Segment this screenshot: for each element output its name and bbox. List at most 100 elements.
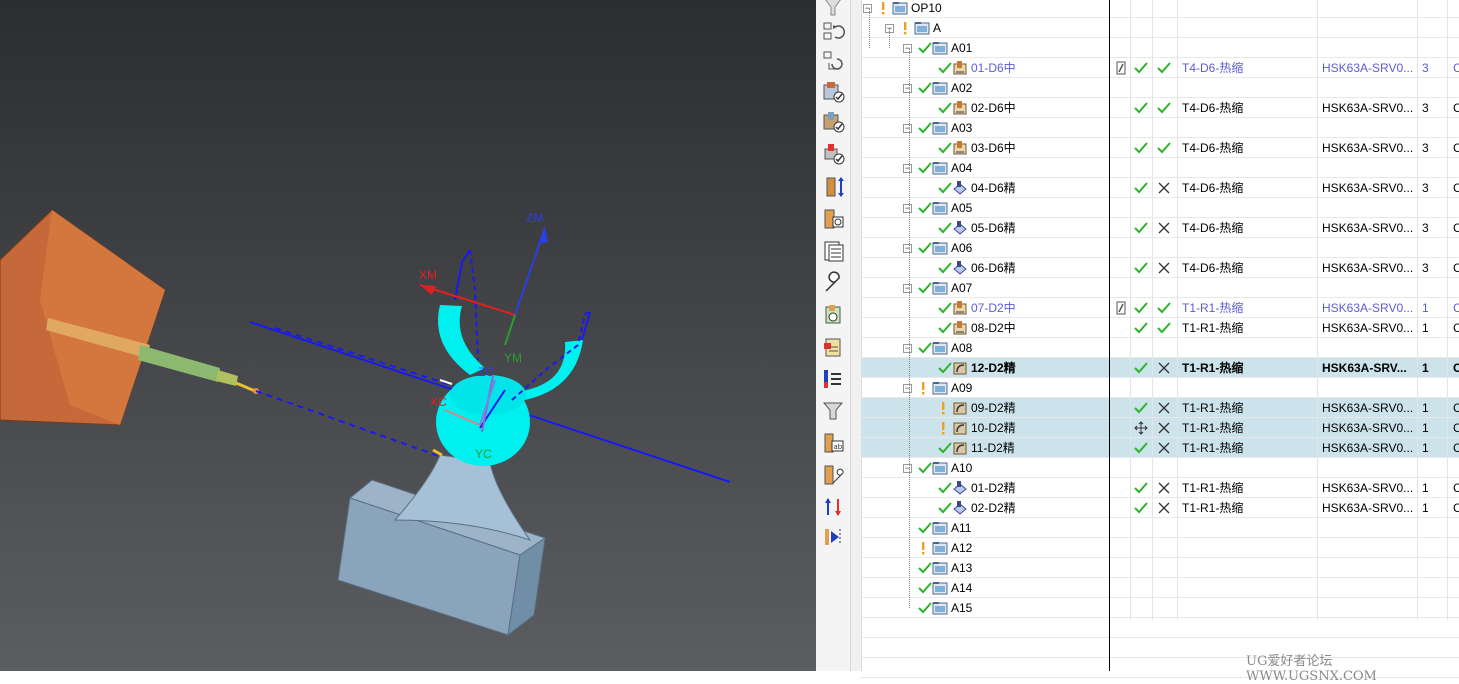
column-divider[interactable] bbox=[1447, 0, 1448, 620]
xc-label: XC bbox=[430, 395, 447, 409]
tool-number-cell: 1 bbox=[1422, 421, 1429, 435]
operation-row[interactable]: 01-D2精 T1-R1-热缩 HSK63A-SRV0... 1 C bbox=[861, 478, 1459, 498]
operation-row[interactable]: 08-D2中 T1-R1-热缩 HSK63A-SRV0... 1 C bbox=[861, 318, 1459, 338]
tool-holder-icon[interactable] bbox=[820, 206, 846, 232]
feed-icon[interactable] bbox=[820, 524, 846, 550]
edit-pencil-icon bbox=[1116, 301, 1126, 315]
collapse-toggle[interactable]: − bbox=[903, 284, 912, 293]
program-folder-icon bbox=[932, 281, 948, 295]
program-group-row[interactable]: − A bbox=[861, 18, 1459, 38]
operation-row[interactable]: 05-D6精 T4-D6-热缩 HSK63A-SRV0... 3 C bbox=[861, 218, 1459, 238]
op-finish-icon bbox=[952, 501, 968, 515]
operation-icon[interactable] bbox=[820, 302, 846, 328]
holder-cell: HSK63A-SRV0... bbox=[1322, 481, 1414, 495]
ok-status-icon bbox=[917, 521, 933, 535]
collapse-toggle[interactable]: − bbox=[903, 44, 912, 53]
extra-cell: C bbox=[1453, 261, 1459, 275]
graphics-viewport[interactable]: ZM XM YM ZC XC YC bbox=[0, 0, 816, 671]
program-group-row[interactable]: − A04 bbox=[861, 158, 1459, 178]
program-group-row[interactable]: − A07 bbox=[861, 278, 1459, 298]
clipboard-icon[interactable] bbox=[820, 334, 846, 360]
program-group-row[interactable]: A13 bbox=[861, 558, 1459, 578]
program-group-row[interactable]: − A03 bbox=[861, 118, 1459, 138]
check-tool-icon[interactable] bbox=[820, 140, 846, 166]
collapse-toggle[interactable]: − bbox=[903, 244, 912, 253]
tool-neck bbox=[216, 370, 238, 386]
program-group-row[interactable]: − A09 bbox=[861, 378, 1459, 398]
tool-settings-icon[interactable] bbox=[820, 462, 846, 488]
collapse-toggle[interactable]: − bbox=[903, 204, 912, 213]
collapse-toggle[interactable]: − bbox=[903, 124, 912, 133]
tool-list-icon[interactable]: ab bbox=[820, 430, 846, 456]
program-group-row[interactable]: − A06 bbox=[861, 238, 1459, 258]
program-folder-icon bbox=[932, 81, 948, 95]
tool-cell: T1-R1-热缩 bbox=[1182, 441, 1244, 455]
program-group-row[interactable]: A15 bbox=[861, 598, 1459, 618]
extra-cell: C bbox=[1453, 361, 1459, 375]
column-divider[interactable] bbox=[1417, 0, 1418, 620]
check-machine-icon[interactable] bbox=[820, 108, 846, 134]
row-name: 03-D6中 bbox=[971, 141, 1016, 155]
program-group-row[interactable]: A11 bbox=[861, 518, 1459, 538]
extra-cell: C bbox=[1453, 61, 1459, 75]
program-group-row[interactable]: − A02 bbox=[861, 78, 1459, 98]
row-name: A11 bbox=[951, 521, 972, 535]
program-group-row[interactable]: − A10 bbox=[861, 458, 1459, 478]
collapse-toggle[interactable]: − bbox=[903, 164, 912, 173]
collapse-toggle[interactable]: − bbox=[903, 84, 912, 93]
move-icon bbox=[1134, 421, 1150, 435]
column-divider[interactable] bbox=[1317, 0, 1318, 620]
tool-cell: T4-D6-热缩 bbox=[1182, 221, 1244, 235]
operation-row[interactable]: 04-D6精 T4-D6-热缩 HSK63A-SRV0... 3 C bbox=[861, 178, 1459, 198]
collapse-toggle[interactable]: − bbox=[863, 4, 872, 13]
column-divider[interactable] bbox=[1130, 0, 1131, 620]
model-scene: ZM XM YM ZC XC YC bbox=[0, 209, 731, 637]
tool-number-cell: 1 bbox=[1422, 501, 1429, 515]
column-divider[interactable] bbox=[1109, 0, 1110, 671]
collapse-toggle[interactable]: − bbox=[903, 384, 912, 393]
collapse-toggle[interactable]: − bbox=[903, 344, 912, 353]
extra-cell: C bbox=[1453, 141, 1459, 155]
row-name: A08 bbox=[951, 341, 973, 355]
tree-line bbox=[909, 48, 910, 608]
operation-row[interactable]: 01-D6中 T4-D6-热缩 HSK63A-SRV0... 3 C bbox=[861, 58, 1459, 78]
not-verified-cross-icon bbox=[1157, 501, 1173, 515]
wrench-icon[interactable] bbox=[820, 270, 846, 296]
program-group-row[interactable]: − A01 bbox=[861, 38, 1459, 58]
swap-icon[interactable] bbox=[820, 494, 846, 520]
shop-docs-icon[interactable] bbox=[820, 238, 846, 264]
op-cavity-icon bbox=[952, 101, 968, 115]
sync-icon[interactable] bbox=[820, 18, 846, 44]
tool-length-icon[interactable] bbox=[820, 174, 846, 200]
program-folder-icon bbox=[932, 121, 948, 135]
not-verified-cross-icon bbox=[1157, 181, 1173, 195]
filter-icon[interactable] bbox=[820, 0, 846, 20]
column-divider[interactable] bbox=[1177, 0, 1178, 620]
tool-number-cell: 3 bbox=[1422, 221, 1429, 235]
generated-check-icon bbox=[1133, 141, 1149, 155]
operation-row[interactable]: 07-D2中 T1-R1-热缩 HSK63A-SRV0... 1 C bbox=[861, 298, 1459, 318]
program-group-row[interactable]: − A08 bbox=[861, 338, 1459, 358]
funnel-icon[interactable] bbox=[820, 398, 846, 424]
program-group-row[interactable]: A14 bbox=[861, 578, 1459, 598]
operation-row[interactable]: 12-D2精 T1-R1-热缩 HSK63A-SRV... 1 C bbox=[861, 358, 1459, 378]
tool-number-cell: 1 bbox=[1422, 361, 1429, 375]
program-group-row[interactable]: A12 bbox=[861, 538, 1459, 558]
operation-row[interactable]: 10-D2精 T1-R1-热缩 HSK63A-SRV0... 1 C bbox=[861, 418, 1459, 438]
verify-icon[interactable] bbox=[820, 78, 846, 104]
refresh-icon[interactable] bbox=[820, 48, 846, 74]
program-group-row[interactable]: − A05 bbox=[861, 198, 1459, 218]
operation-row[interactable]: 09-D2精 T1-R1-热缩 HSK63A-SRV0... 1 C bbox=[861, 398, 1459, 418]
op-cavity-icon bbox=[952, 301, 968, 315]
program-group-row[interactable]: − OP10 bbox=[861, 0, 1459, 18]
operation-row[interactable]: 02-D6中 T4-D6-热缩 HSK63A-SRV0... 3 C bbox=[861, 98, 1459, 118]
collapse-toggle[interactable]: − bbox=[903, 464, 912, 473]
operation-row[interactable]: 06-D6精 T4-D6-热缩 HSK63A-SRV0... 3 C bbox=[861, 258, 1459, 278]
tool-cell: T4-D6-热缩 bbox=[1182, 141, 1244, 155]
operation-row[interactable]: 03-D6中 T4-D6-热缩 HSK63A-SRV0... 3 C bbox=[861, 138, 1459, 158]
align-icon[interactable] bbox=[820, 366, 846, 392]
operation-row[interactable]: 02-D2精 T1-R1-热缩 HSK63A-SRV0... 1 C bbox=[861, 498, 1459, 518]
column-divider[interactable] bbox=[1152, 0, 1153, 620]
operation-row[interactable]: 11-D2精 T1-R1-热缩 HSK63A-SRV0... 1 C bbox=[861, 438, 1459, 458]
row-name: 09-D2精 bbox=[971, 401, 1016, 415]
